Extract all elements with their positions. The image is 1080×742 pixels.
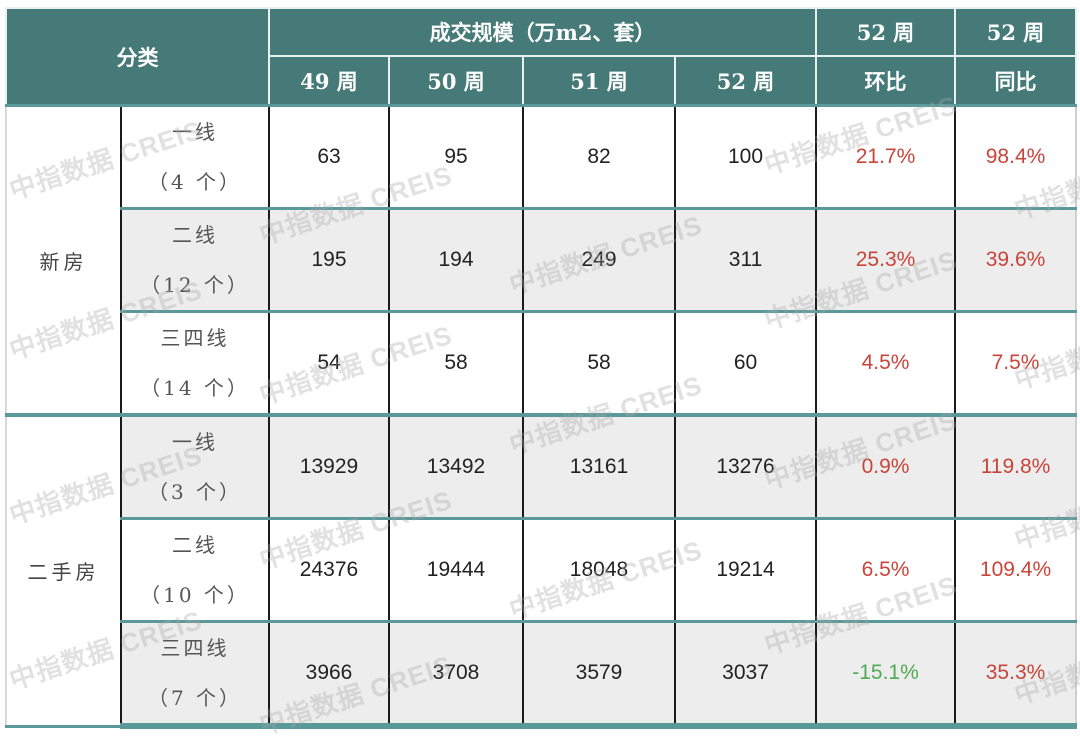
value-yoy: 109.4% xyxy=(954,517,1078,623)
tier-name: 一线 xyxy=(172,120,218,144)
table-row: 二手房 一线 （3 个） 13929 13492 13161 13276 0.9%… xyxy=(5,413,1078,728)
value-mom: 4.5% xyxy=(815,310,957,417)
header-week-52: 52 周 xyxy=(673,55,818,107)
tier-cell: 三四线 （14 个） xyxy=(120,310,270,417)
value-w50: 194 xyxy=(388,207,524,313)
header-week-49: 49 周 xyxy=(268,55,390,107)
header-yoy-week: 52 周 xyxy=(954,7,1078,57)
tier-name: 二线 xyxy=(172,223,218,247)
value-w50: 58 xyxy=(388,310,524,417)
tier-cell: 一线 （4 个） xyxy=(120,104,270,210)
table-row: 二线 （12 个） 195 194 249 311 25.3% 39.6% xyxy=(6,207,1078,313)
value-mom: 6.5% xyxy=(815,517,957,623)
value-mom: 25.3% xyxy=(815,207,957,313)
value-w52: 311 xyxy=(673,207,818,313)
weekly-transaction-table: 分类 成交规模（万m2、套） 52 周 52 周 49 周 50 周 51 周 … xyxy=(5,7,1078,729)
header-week-51: 51 周 xyxy=(522,55,676,107)
value-mom: 21.7% xyxy=(815,104,957,210)
value-w51: 58 xyxy=(522,310,676,417)
tier-count: （7 个） xyxy=(147,686,243,710)
value-w49: 195 xyxy=(268,207,390,313)
value-w49: 3966 xyxy=(268,620,390,729)
value-w51: 249 xyxy=(522,207,676,313)
tier-count: （12 个） xyxy=(140,273,250,297)
tier-cell: 二线 （10 个） xyxy=(120,517,270,623)
value-w52: 13276 xyxy=(673,413,818,520)
value-w52: 3037 xyxy=(673,620,818,729)
value-w50: 95 xyxy=(388,104,524,210)
header-mom-week: 52 周 xyxy=(815,7,957,57)
tier-count: （14 个） xyxy=(140,376,250,400)
value-yoy: 39.6% xyxy=(954,207,1078,313)
tier-cell: 三四线 （7 个） xyxy=(120,620,270,729)
header-week-50: 50 周 xyxy=(388,55,524,107)
tier-name: 一线 xyxy=(172,430,218,454)
value-yoy: 119.8% xyxy=(954,413,1078,520)
tier-cell: 二线 （12 个） xyxy=(120,207,270,313)
header-yoy: 同比 xyxy=(954,55,1078,107)
header-volume-group: 成交规模（万m2、套） xyxy=(267,7,818,57)
group-label-resale-homes: 二手房 xyxy=(5,413,122,728)
value-yoy: 7.5% xyxy=(954,310,1078,417)
table-row: 二线 （10 个） 24376 19444 18048 19214 6.5% 10… xyxy=(6,517,1078,623)
value-w49: 54 xyxy=(268,310,390,417)
value-w50: 19444 xyxy=(388,517,524,623)
value-w51: 13161 xyxy=(522,413,676,520)
value-w50: 13492 xyxy=(388,413,524,520)
value-mom: 0.9% xyxy=(815,413,957,520)
value-yoy: 98.4% xyxy=(954,104,1078,210)
tier-count: （3 个） xyxy=(147,480,243,504)
tier-count: （4 个） xyxy=(147,170,243,194)
value-w49: 63 xyxy=(268,104,390,210)
value-w52: 100 xyxy=(673,104,818,210)
value-w50: 3708 xyxy=(388,620,524,729)
value-w49: 13929 xyxy=(268,413,390,520)
value-w49: 24376 xyxy=(268,517,390,623)
weekly-transaction-table-container: 分类 成交规模（万m2、套） 52 周 52 周 49 周 50 周 51 周 … xyxy=(5,7,1078,729)
header-mom: 环比 xyxy=(815,55,957,107)
value-mom: -15.1% xyxy=(815,620,957,729)
header-category: 分类 xyxy=(5,7,270,107)
table-row: 三四线 （14 个） 54 58 58 60 4.5% 7.5% xyxy=(6,310,1078,417)
tier-name: 三四线 xyxy=(160,636,230,660)
value-yoy: 35.3% xyxy=(954,620,1078,729)
table-row: 三四线 （7 个） 3966 3708 3579 3037 -15.1% 35.3… xyxy=(6,620,1078,729)
tier-name: 三四线 xyxy=(160,326,230,350)
value-w51: 82 xyxy=(522,104,676,210)
table-row: 新房 一线 （4 个） 63 95 82 100 21.7% 98.4% xyxy=(5,104,1078,417)
tier-name: 二线 xyxy=(172,533,218,557)
value-w51: 3579 xyxy=(522,620,676,729)
tier-cell: 一线 （3 个） xyxy=(120,413,270,520)
tier-count: （10 个） xyxy=(140,583,250,607)
group-label-new-homes: 新房 xyxy=(5,104,122,417)
value-w52: 19214 xyxy=(673,517,818,623)
value-w52: 60 xyxy=(673,310,818,417)
value-w51: 18048 xyxy=(522,517,676,623)
